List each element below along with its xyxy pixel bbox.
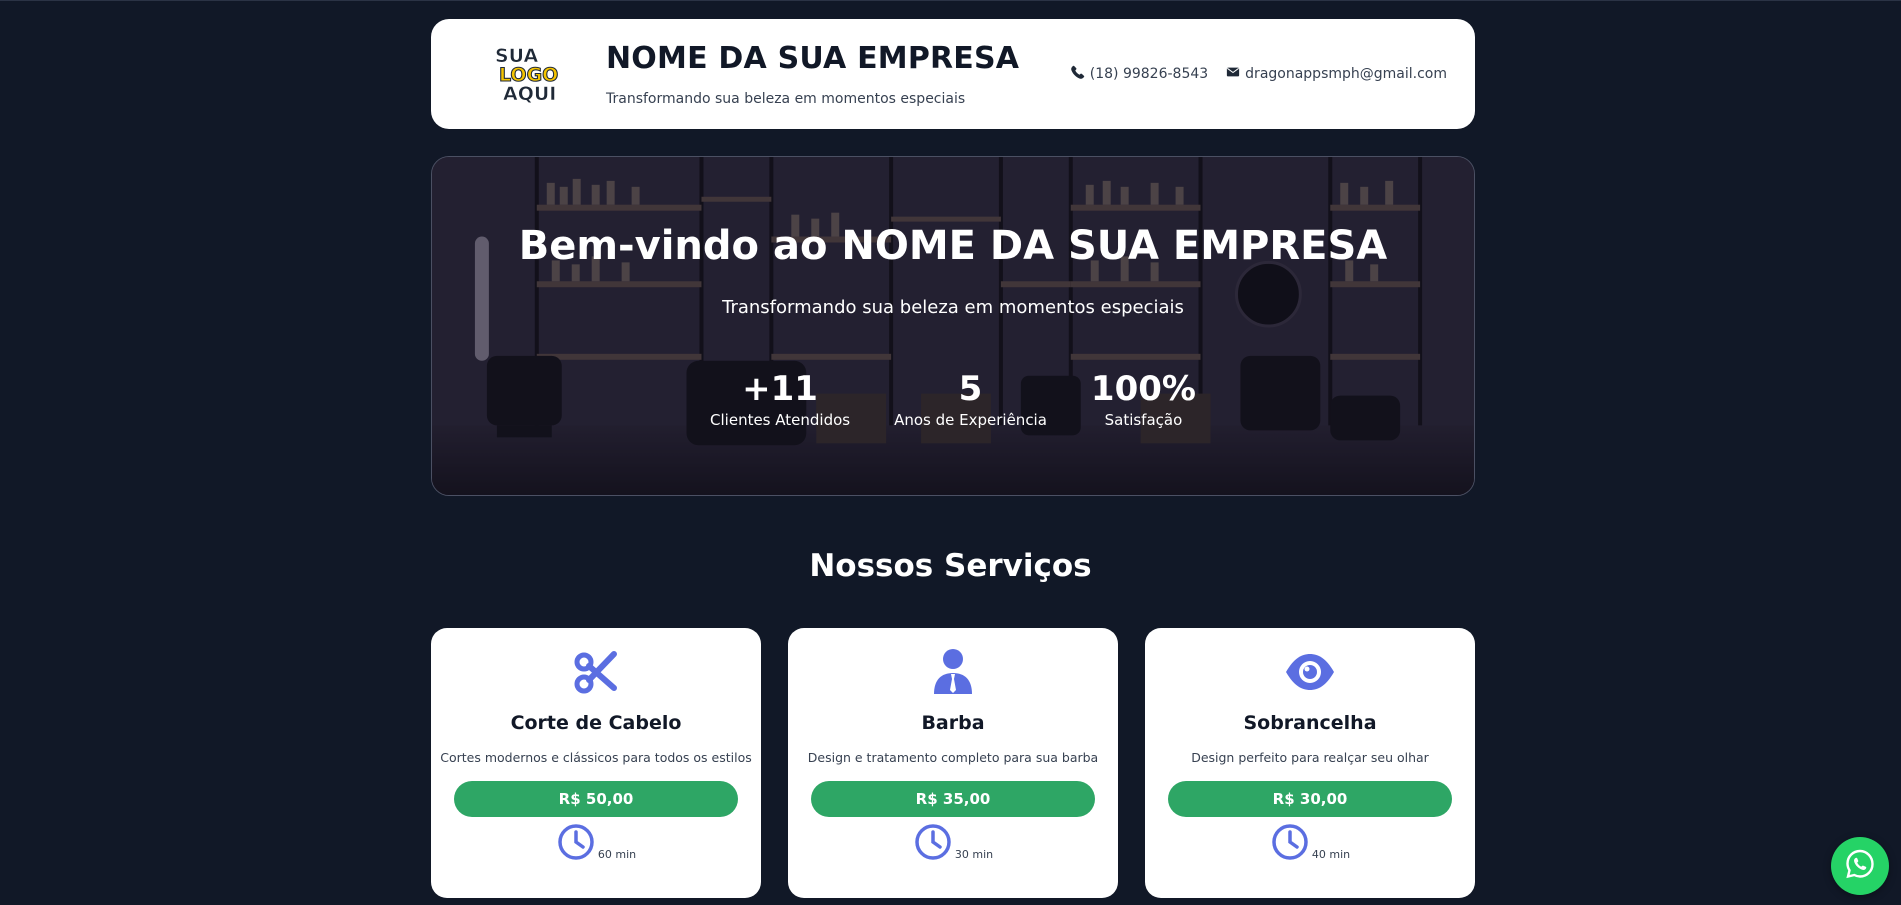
- email-address: dragonappsmph@gmail.com: [1245, 66, 1447, 82]
- stat-label: Anos de Experiência: [894, 411, 1047, 429]
- stat-experience: 5 Anos de Experiência: [894, 369, 1047, 429]
- svg-text:AQUI: AQUI: [503, 83, 556, 105]
- service-price-button[interactable]: R$ 35,00: [811, 781, 1095, 817]
- service-duration: 30 min: [788, 822, 1118, 866]
- phone-number: (18) 99826-8543: [1089, 66, 1209, 82]
- envelope-icon: [1226, 65, 1240, 83]
- stat-clients: +11 Clientes Atendidos: [710, 369, 850, 429]
- phone-contact[interactable]: (18) 99826-8543: [1070, 65, 1209, 83]
- email-contact[interactable]: dragonappsmph@gmail.com: [1226, 65, 1447, 83]
- clock-icon: [913, 822, 953, 866]
- stat-value: 5: [958, 369, 983, 409]
- service-description: Design e tratamento completo para sua ba…: [807, 750, 1099, 765]
- stat-satisfaction: 100% Satisfação: [1091, 369, 1196, 429]
- hero-title: Bem-vindo ao NOME DA SUA EMPRESA: [518, 223, 1388, 269]
- company-tagline: Transformando sua beleza em momentos esp…: [606, 91, 966, 107]
- site-header: SUA LOGO AQUI NOME DA SUA EMPRESA Transf…: [431, 19, 1475, 129]
- contact-info: (18) 99826-8543 dragonappsmph@gmail.com: [1070, 65, 1447, 83]
- service-duration: 40 min: [1145, 822, 1475, 866]
- duration-text: 40 min: [1311, 848, 1351, 861]
- service-card-corte[interactable]: Corte de Cabelo Cortes modernos e clássi…: [431, 628, 761, 898]
- service-price-button[interactable]: R$ 30,00: [1168, 781, 1452, 817]
- whatsapp-button[interactable]: [1831, 837, 1889, 895]
- scissors-icon: [431, 648, 761, 696]
- hero-banner: Bem-vindo ao NOME DA SUA EMPRESA Transfo…: [431, 156, 1475, 496]
- clock-icon: [556, 822, 596, 866]
- service-name: Corte de Cabelo: [510, 712, 682, 734]
- company-name: NOME DA SUA EMPRESA: [606, 41, 1020, 76]
- hero-overlay: [432, 157, 1474, 495]
- service-price-button[interactable]: R$ 50,00: [454, 781, 738, 817]
- stat-value: +11: [742, 369, 818, 409]
- service-description: Design perfeito para realçar seu olhar: [1191, 750, 1429, 765]
- duration-text: 60 min: [597, 848, 637, 861]
- hero-subtitle: Transformando sua beleza em momentos esp…: [722, 297, 1184, 318]
- top-border-line: [0, 0, 1901, 1]
- duration-text: 30 min: [954, 848, 994, 861]
- hero-stats: +11 Clientes Atendidos 5 Anos de Experiê…: [432, 369, 1474, 429]
- service-name: Sobrancelha: [1243, 712, 1377, 734]
- stat-label: Satisfação: [1104, 411, 1183, 429]
- service-card-sobrancelha[interactable]: Sobrancelha Design perfeito para realçar…: [1145, 628, 1475, 898]
- service-description: Cortes modernos e clássicos para todos o…: [440, 750, 752, 765]
- company-logo[interactable]: SUA LOGO AQUI: [491, 41, 563, 106]
- stat-label: Clientes Atendidos: [710, 411, 851, 429]
- service-card-barba[interactable]: Barba Design e tratamento completo para …: [788, 628, 1118, 898]
- stat-value: 100%: [1090, 369, 1196, 409]
- service-duration: 60 min: [431, 822, 761, 866]
- service-name: Barba: [921, 712, 985, 734]
- services-list: Corte de Cabelo Cortes modernos e clássi…: [431, 628, 1475, 898]
- clock-icon: [1270, 822, 1310, 866]
- eye-icon: [1145, 648, 1475, 696]
- phone-icon: [1070, 65, 1085, 83]
- services-heading: Nossos Serviços: [809, 548, 1092, 584]
- person-icon: [788, 648, 1118, 696]
- whatsapp-icon: [1844, 848, 1876, 884]
